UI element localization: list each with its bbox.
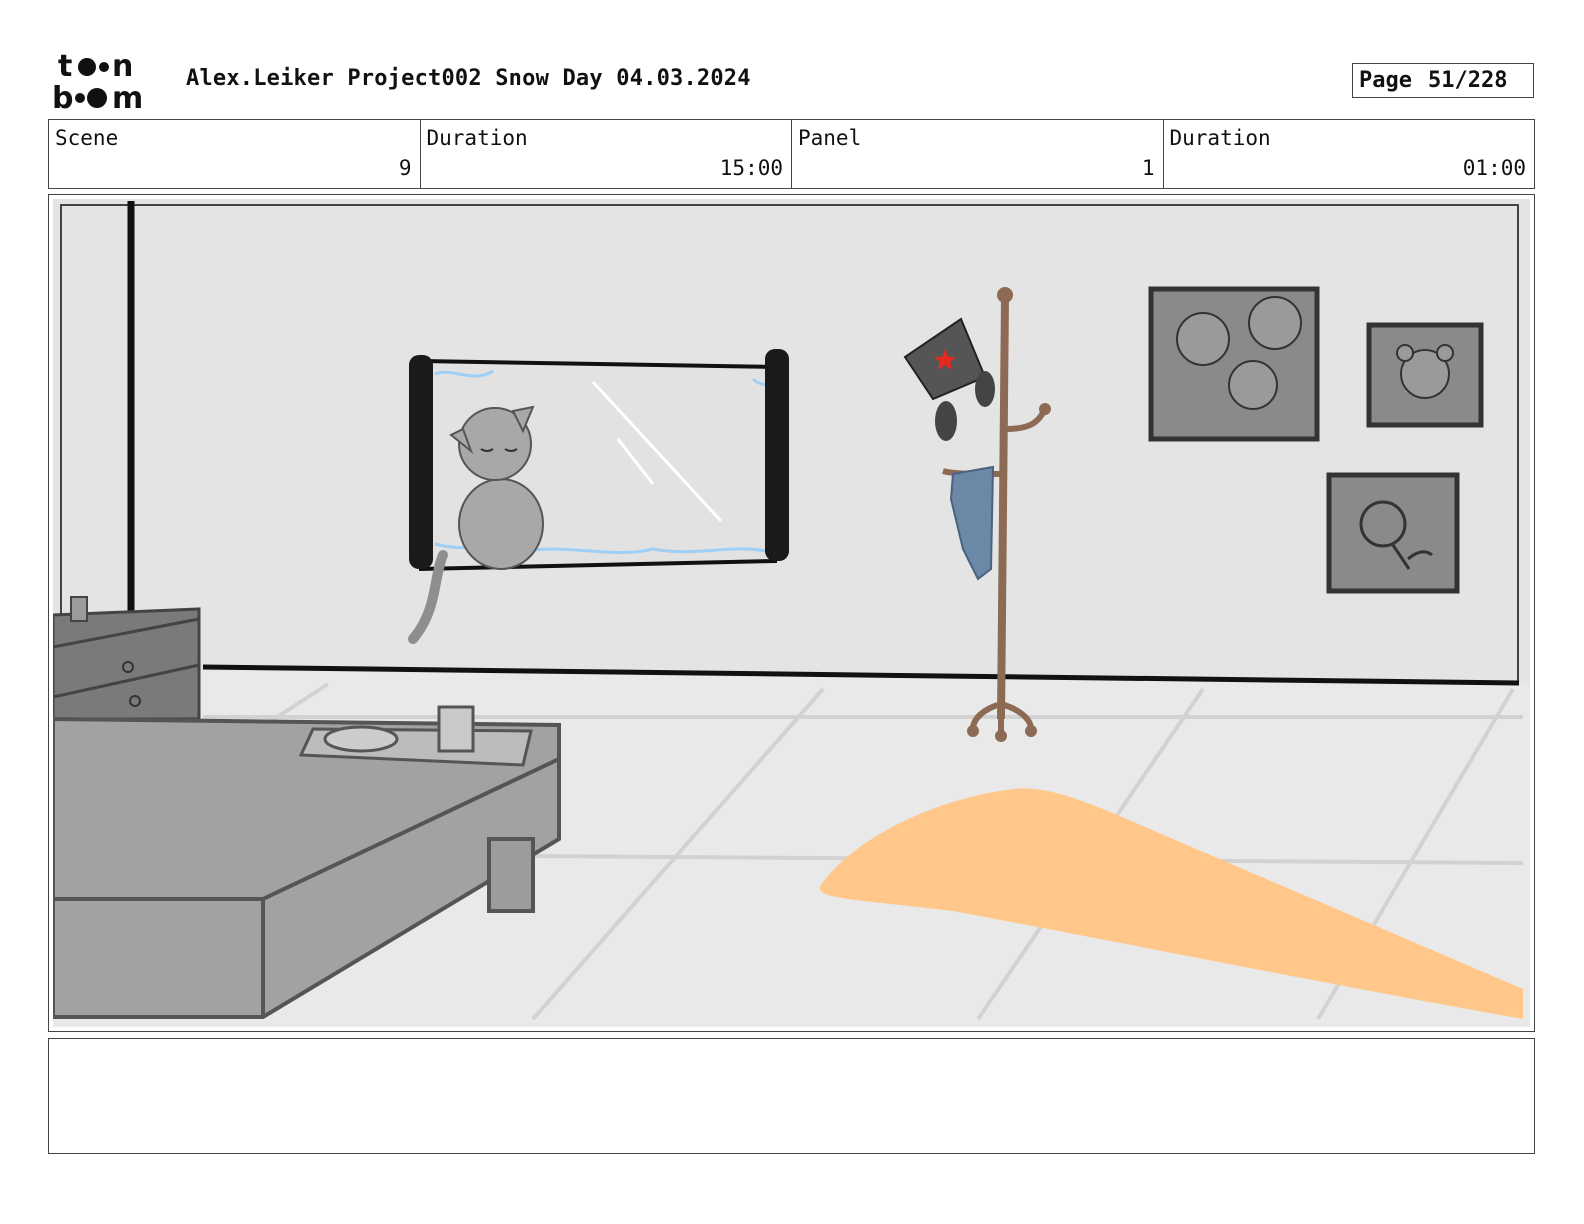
scene-duration-cell: Duration 15:00 bbox=[421, 120, 792, 188]
svg-text:b: b bbox=[52, 81, 73, 112]
scene-cell: Scene 9 bbox=[49, 120, 421, 188]
panel-notes bbox=[48, 1038, 1535, 1154]
dresser bbox=[53, 596, 201, 721]
scene-label: Scene bbox=[55, 126, 119, 150]
storyboard-drawing bbox=[53, 199, 1530, 1027]
panel-cell: Panel 1 bbox=[792, 120, 1164, 188]
scene-duration-label: Duration bbox=[426, 126, 528, 150]
page-number: 51/228 bbox=[1427, 68, 1508, 93]
storyboard-panel bbox=[48, 194, 1535, 1032]
toonboom-logo: t n b m bbox=[52, 50, 143, 112]
scene-duration-value: 15:00 bbox=[719, 156, 783, 180]
svg-text:n: n bbox=[112, 50, 133, 84]
panel-duration-label: Duration bbox=[1169, 126, 1271, 150]
panel-value: 1 bbox=[1141, 156, 1155, 180]
panel-label: Panel bbox=[798, 126, 862, 150]
page-indicator: Page 51/228 bbox=[1352, 63, 1534, 98]
svg-text:t: t bbox=[58, 50, 72, 84]
panel-duration-value: 01:00 bbox=[1462, 156, 1526, 180]
page-label: Page bbox=[1359, 68, 1412, 93]
svg-text:m: m bbox=[112, 81, 143, 112]
scene-info-table: Scene 9 Duration 15:00 Panel 1 Duration … bbox=[48, 119, 1535, 189]
scene-value: 9 bbox=[398, 156, 412, 180]
panel-duration-cell: Duration 01:00 bbox=[1164, 120, 1535, 188]
project-title: Alex.Leiker Project002 Snow Day 04.03.20… bbox=[186, 66, 751, 91]
